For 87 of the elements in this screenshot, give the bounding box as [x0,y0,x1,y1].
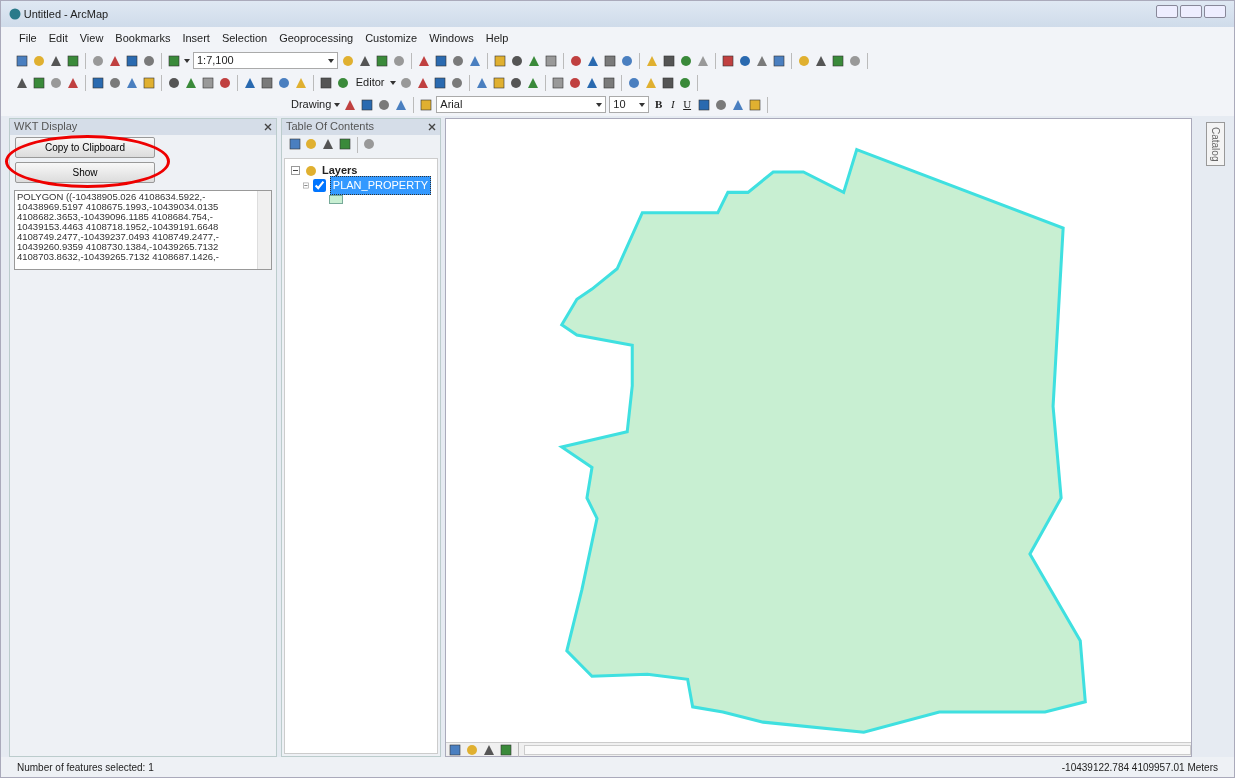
tool-icon[interactable] [91,75,105,90]
tool-icon[interactable] [661,75,676,90]
globe-icon [9,8,21,20]
tool-icon[interactable] [167,53,181,68]
tool-icon[interactable] [377,97,392,112]
bold-button[interactable]: B [652,96,666,113]
layer-label[interactable]: Layers [322,162,358,179]
tool-icon[interactable] [287,137,302,152]
tool-icon[interactable] [433,75,448,90]
tool-icon[interactable] [336,75,350,90]
tool-icon[interactable] [260,75,274,90]
caret-icon[interactable] [390,80,397,85]
tool-icon[interactable] [772,53,786,68]
panel-button[interactable]: Copy to Clipboard [15,136,155,158]
tool-icon[interactable] [627,75,642,90]
tool-icon[interactable] [499,742,513,757]
tool-icon[interactable] [738,53,752,68]
editor-menu[interactable]: Editor [353,74,388,91]
scrollbar[interactable] [257,190,271,269]
menu-item[interactable]: Customize [361,29,422,48]
panel-title: WKT Display [14,119,78,135]
menu-item[interactable]: Bookmarks [111,29,175,48]
status-text: Number of features selected: 1 [17,760,154,775]
menu-item[interactable]: Selection [217,29,272,48]
tool-icon[interactable] [360,97,375,112]
menu-item[interactable]: File [15,29,41,48]
underline-button[interactable]: U [680,96,694,113]
tool-icon[interactable] [218,75,232,90]
menu-item[interactable]: Geoprocessing [275,29,358,48]
tool-icon[interactable] [15,53,29,68]
minimize-button[interactable] [1156,5,1178,19]
close-button[interactable] [1204,5,1226,19]
menu-item[interactable]: View [75,29,108,48]
tool-icon[interactable] [662,53,676,68]
panel-title: Table Of Contents [286,119,375,135]
tool-icon[interactable] [620,53,634,68]
layer-checkbox[interactable] [312,179,326,192]
tool-icon[interactable] [603,53,617,68]
tool-icon[interactable] [167,75,181,90]
scale-field[interactable]: 1:7,100 [193,52,338,69]
tool-icon[interactable] [569,53,583,68]
window-title: Untitled - ArcMap [23,6,109,22]
tool-icon[interactable] [142,53,156,68]
tool-icon[interactable] [678,75,693,90]
menu-item[interactable]: Windows [425,29,478,48]
tool-icon[interactable] [510,53,524,68]
menu-item[interactable]: Edit [44,29,72,48]
caret-icon[interactable] [334,102,341,107]
tool-icon[interactable] [434,53,448,68]
symbol-swatch [329,195,343,204]
tool-icon[interactable] [551,75,566,90]
tool-icon[interactable] [831,53,845,68]
tool-icon[interactable] [375,53,389,68]
tool-icon[interactable] [450,75,465,90]
tool-icon[interactable] [108,75,122,90]
tool-icon[interactable] [679,53,693,68]
close-icon[interactable] [264,122,272,131]
maximize-button[interactable] [1180,5,1202,19]
tool-icon[interactable] [451,53,465,68]
tool-icon[interactable] [544,53,558,68]
tool-icon[interactable] [713,97,728,112]
italic-button[interactable]: I [668,96,678,113]
tool-icon[interactable] [448,742,462,757]
tool-icon[interactable] [319,75,333,90]
menu-item[interactable]: Insert [178,29,214,48]
tool-icon[interactable] [602,75,617,90]
tool-icon[interactable] [277,75,291,90]
collapse-icon[interactable] [291,166,300,175]
panel-button[interactable]: Show [15,161,155,183]
tool-icon[interactable] [337,137,352,152]
font-field[interactable]: Arial [436,96,607,113]
tool-icon[interactable] [321,137,335,152]
font-size-field[interactable]: 10 [609,96,650,113]
tool-icon[interactable] [66,53,80,68]
menu-item[interactable]: Help [481,29,513,48]
tool-icon[interactable] [721,53,735,68]
tool-icon[interactable] [125,53,139,68]
catalog-tab[interactable]: Catalog [1205,121,1225,166]
tool-icon[interactable] [696,97,711,112]
coordinates-text: -10439122.784 4109957.01 Meters [1061,760,1218,775]
tool-icon[interactable] [568,75,583,90]
close-icon[interactable] [428,122,436,131]
tool-icon[interactable] [509,75,524,90]
tool-icon[interactable] [201,75,215,90]
tool-icon[interactable] [32,75,46,90]
drawing-menu[interactable]: Drawing [291,96,332,113]
horizontal-scrollbar[interactable] [524,744,1191,755]
